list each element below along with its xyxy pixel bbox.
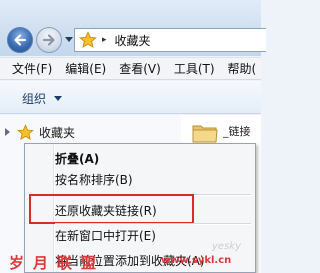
menu-file[interactable]: 文件(F) [0,60,52,77]
address-toolbar: ▸ 收藏夹 [0,0,266,56]
forward-button[interactable] [36,27,62,53]
favorites-star-icon [79,31,97,48]
tree-item-favorites[interactable]: 收藏夹 [5,122,75,142]
folder-icon[interactable] [192,122,218,144]
menu-separator [55,223,251,225]
arrow-left-icon [14,34,27,46]
address-field[interactable]: ▸ 收藏夹 [74,28,266,52]
tree-item-label: 收藏夹 [39,125,76,140]
menu-bar: 文件(F) 编辑(E) 查看(V) 工具(T) 帮助( [0,57,261,80]
menu-item-open-new-window[interactable]: 在新窗口中打开(E) [55,227,156,244]
menu-help[interactable]: 帮助( [215,60,257,77]
breadcrumb-favorites[interactable]: 收藏夹 [115,32,151,49]
menu-item-sort-by-name[interactable]: 按名称排序(B) [55,171,133,188]
organize-button[interactable]: 组织 [22,90,46,107]
arrow-right-icon [42,34,55,46]
watermark-url: www.sykl.cn [161,255,232,266]
expand-arrow-icon[interactable] [5,128,10,136]
back-button[interactable] [7,27,33,53]
watermark-yesky: yesky [212,241,241,252]
red-highlight-box [29,194,194,224]
file-item-label[interactable]: _链接 [223,123,251,139]
recent-pages-dropdown[interactable] [65,37,73,42]
breadcrumb-separator-icon[interactable]: ▸ [102,35,107,45]
chevron-down-icon [54,96,62,101]
menu-tools[interactable]: 工具(T) [161,60,215,77]
favorites-star-icon [17,123,34,140]
menu-edit[interactable]: 编辑(E) [52,60,106,77]
menu-item-collapse[interactable]: 折叠(A) [55,150,99,167]
command-bar: 组织 [0,81,261,114]
watermark-left: 岁月联盟 [9,254,106,272]
menu-view[interactable]: 查看(V) [106,60,161,77]
